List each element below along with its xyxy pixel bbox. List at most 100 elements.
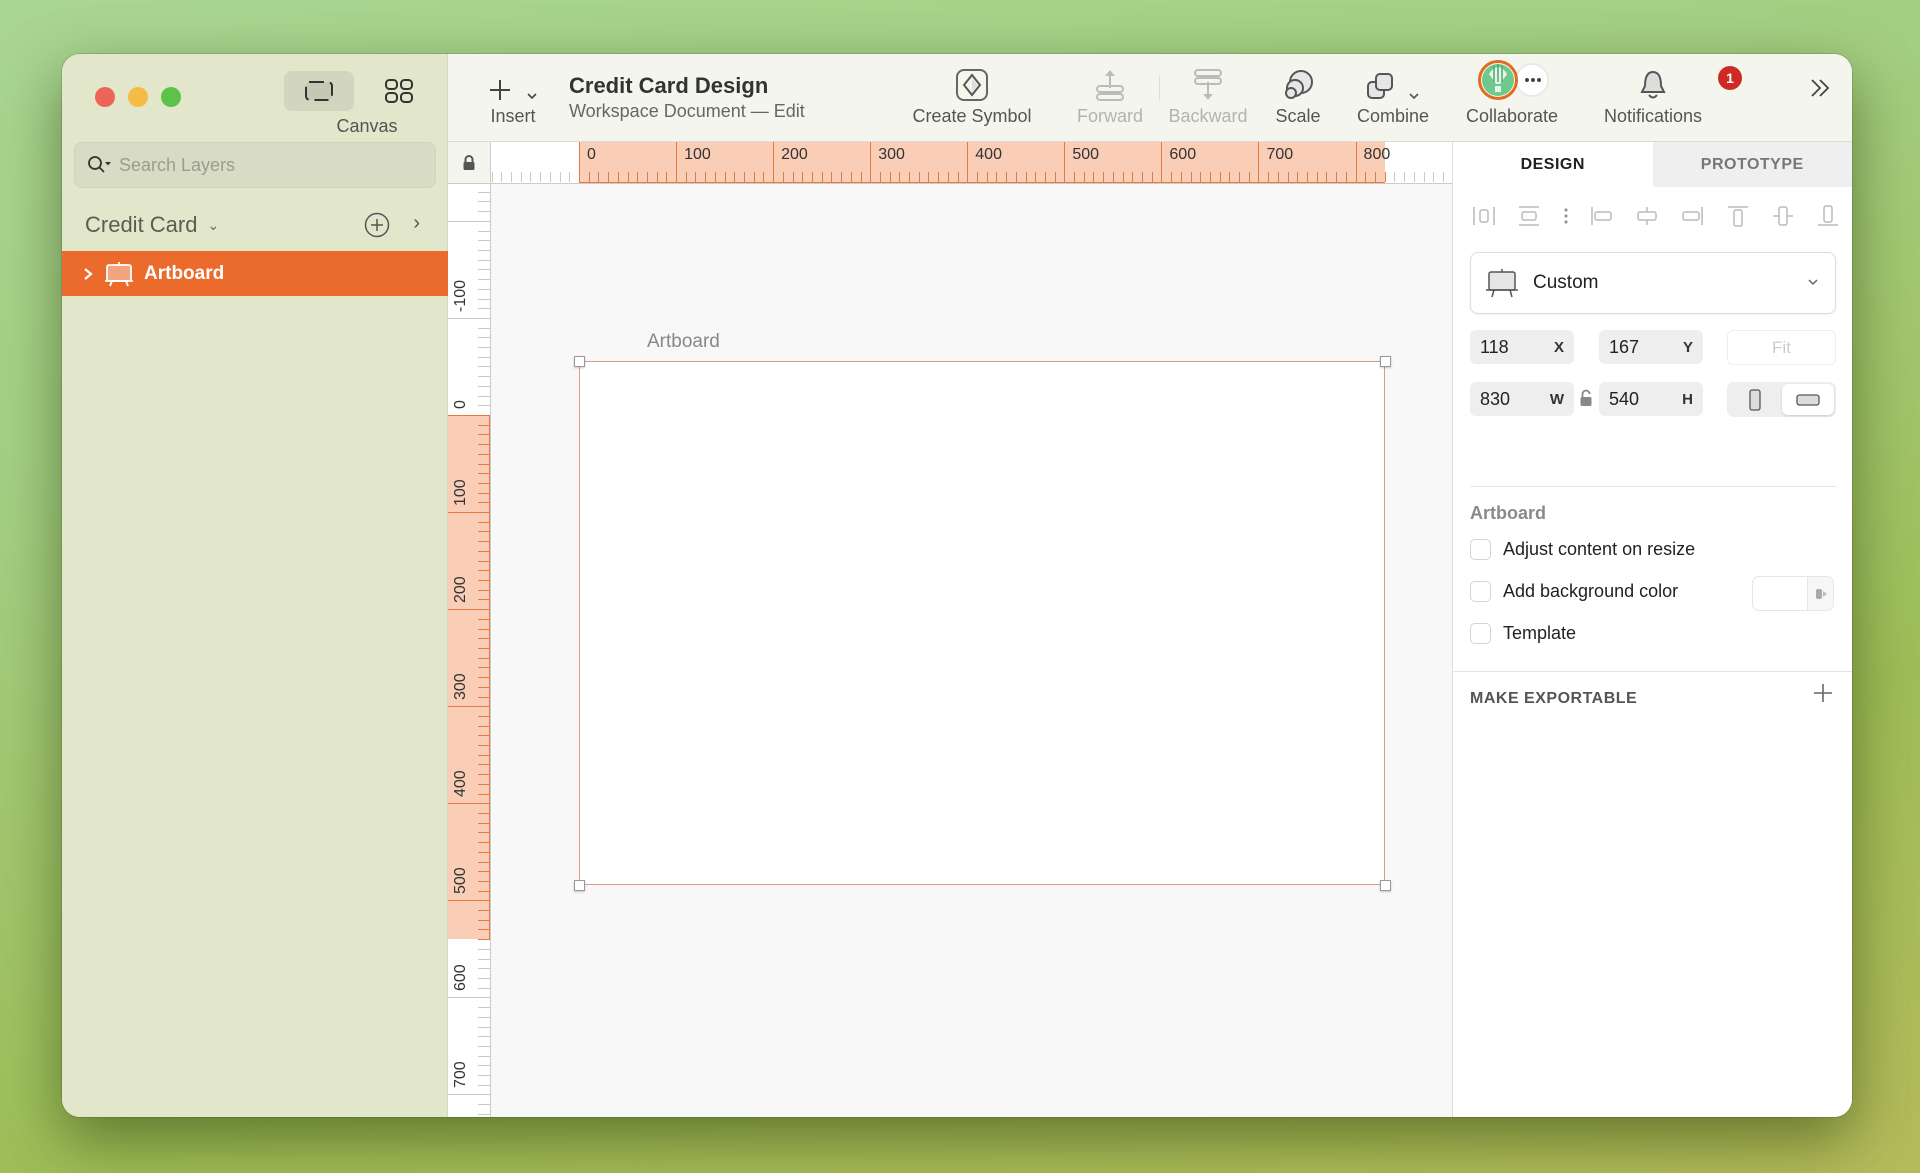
ruler-tick <box>478 347 490 349</box>
canvas-view-icon <box>305 81 333 101</box>
align-top-icon[interactable] <box>1725 204 1751 228</box>
ruler-tick <box>478 570 490 572</box>
ruler-tick <box>773 142 775 183</box>
ruler-tick <box>478 463 490 465</box>
chevron-right-icon[interactable]: › <box>413 212 420 235</box>
canvas-view-button[interactable] <box>284 71 354 111</box>
tab-design[interactable]: DESIGN <box>1453 142 1653 187</box>
fit-button[interactable]: Fit <box>1727 330 1836 365</box>
ruler-tick <box>478 211 490 213</box>
ruler-label: 300 <box>878 146 905 163</box>
ruler-tick <box>1268 172 1270 182</box>
ruler-tick <box>1151 172 1153 182</box>
combine-button[interactable]: Combine <box>1348 54 1438 142</box>
ruler-tick <box>478 327 490 329</box>
tab-prototype[interactable]: PROTOTYPE <box>1652 142 1852 187</box>
create-symbol-label: Create Symbol <box>912 106 1032 126</box>
ruler-tick <box>448 317 490 319</box>
background-color-option[interactable]: Add background color <box>1470 581 1678 602</box>
x-position-field[interactable]: 118 X <box>1470 330 1574 364</box>
ruler-label: 600 <box>1169 146 1197 163</box>
ruler-tick <box>967 142 969 183</box>
template-checkbox[interactable] <box>1470 623 1491 644</box>
ruler-tick <box>478 871 490 873</box>
collaborate-button[interactable]: Collaborate <box>1452 54 1572 142</box>
resize-handle-top-left[interactable] <box>574 356 585 367</box>
ruler-tick <box>478 978 490 979</box>
ruler-tick <box>478 434 490 436</box>
resize-handle-bottom-left[interactable] <box>574 880 585 891</box>
horizontal-ruler[interactable]: 0 100 200 300 400 500 600 700 800 <box>491 142 1514 184</box>
x-value[interactable]: 118 <box>1480 337 1509 358</box>
landscape-button[interactable] <box>1781 384 1834 415</box>
expand-toolbar-button[interactable] <box>1808 76 1832 105</box>
align-left-icon[interactable] <box>1589 204 1615 228</box>
width-value[interactable]: 830 <box>1480 389 1510 410</box>
ruler-lock-button[interactable] <box>448 142 491 184</box>
ruler-tick <box>1316 172 1318 182</box>
scale-button[interactable]: Scale <box>1268 54 1328 142</box>
y-position-field[interactable]: 167 Y <box>1599 330 1703 364</box>
ruler-tick <box>478 453 490 455</box>
portrait-button[interactable] <box>1729 384 1782 415</box>
document-subtitle[interactable]: Workspace Document — Edit <box>569 101 805 122</box>
ruler-tick <box>1190 172 1192 182</box>
height-field[interactable]: 540 H <box>1599 382 1703 416</box>
vertical-ruler[interactable]: -100 0 100 200 300 400 500 600 700 <box>448 184 491 1117</box>
add-export-button[interactable] <box>1812 682 1834 709</box>
forward-label: Forward <box>1076 106 1143 126</box>
ruler-tick <box>478 492 490 494</box>
ruler-tick <box>627 172 629 182</box>
ruler-label: 500 <box>1072 146 1100 163</box>
minimize-window-button[interactable] <box>128 87 148 107</box>
ruler-tick <box>478 395 490 397</box>
resize-handle-bottom-right[interactable] <box>1380 880 1391 891</box>
send-backward-icon <box>1194 69 1222 100</box>
artboard-title[interactable]: Artboard <box>647 331 720 353</box>
width-field[interactable]: 830 W <box>1470 382 1574 416</box>
ruler-tick <box>478 745 490 747</box>
notifications-badge: 1 <box>1718 66 1742 90</box>
distribute-vertical-icon[interactable] <box>1516 204 1542 228</box>
align-right-icon[interactable] <box>1679 204 1705 228</box>
add-page-button[interactable] <box>364 212 390 243</box>
ruler-tick <box>656 172 658 182</box>
view-toggle <box>284 71 434 111</box>
layer-item-artboard[interactable]: Artboard <box>62 251 448 296</box>
canvas[interactable]: Artboard <box>491 184 1514 1117</box>
height-value[interactable]: 540 <box>1609 389 1639 410</box>
distribute-horizontal-icon[interactable] <box>1471 204 1497 228</box>
background-color-well[interactable] <box>1752 576 1834 611</box>
align-vertical-center-icon[interactable] <box>1770 204 1796 228</box>
create-symbol-button[interactable]: Create Symbol <box>902 54 1042 142</box>
y-value[interactable]: 167 <box>1609 337 1639 358</box>
search-layers-input[interactable] <box>119 154 419 176</box>
forward-button[interactable]: Forward <box>1070 54 1150 142</box>
ruler-tick <box>478 842 490 844</box>
ruler-tick <box>860 172 862 182</box>
artboard[interactable] <box>579 361 1385 885</box>
zoom-window-button[interactable] <box>161 87 181 107</box>
color-swatch[interactable] <box>1753 577 1807 610</box>
color-picker-button[interactable] <box>1807 577 1833 610</box>
adjust-content-option[interactable]: Adjust content on resize <box>1470 539 1695 560</box>
artboard-preset-select[interactable]: Custom <box>1470 252 1836 314</box>
components-view-button[interactable] <box>364 71 434 111</box>
layer-search[interactable] <box>74 142 436 188</box>
align-bottom-icon[interactable] <box>1815 204 1841 228</box>
align-horizontal-center-icon[interactable] <box>1634 204 1660 228</box>
insert-button[interactable]: Insert <box>480 54 546 142</box>
adjust-content-checkbox[interactable] <box>1470 539 1491 560</box>
background-color-checkbox[interactable] <box>1470 581 1491 602</box>
page-selector[interactable]: Credit Card ⌄ › <box>62 200 448 250</box>
close-window-button[interactable] <box>95 87 115 107</box>
resize-handle-top-right[interactable] <box>1380 356 1391 367</box>
constrain-proportions-toggle[interactable] <box>1579 389 1593 412</box>
ruler-tick <box>598 172 600 182</box>
backward-button[interactable]: Backward <box>1158 54 1258 142</box>
more-options-icon[interactable] <box>1562 204 1570 228</box>
template-option[interactable]: Template <box>1470 623 1576 644</box>
notifications-button[interactable]: 1 Notifications <box>1578 54 1742 142</box>
disclosure-chevron-icon[interactable] <box>82 266 94 282</box>
ruler-tick <box>1258 142 1260 183</box>
